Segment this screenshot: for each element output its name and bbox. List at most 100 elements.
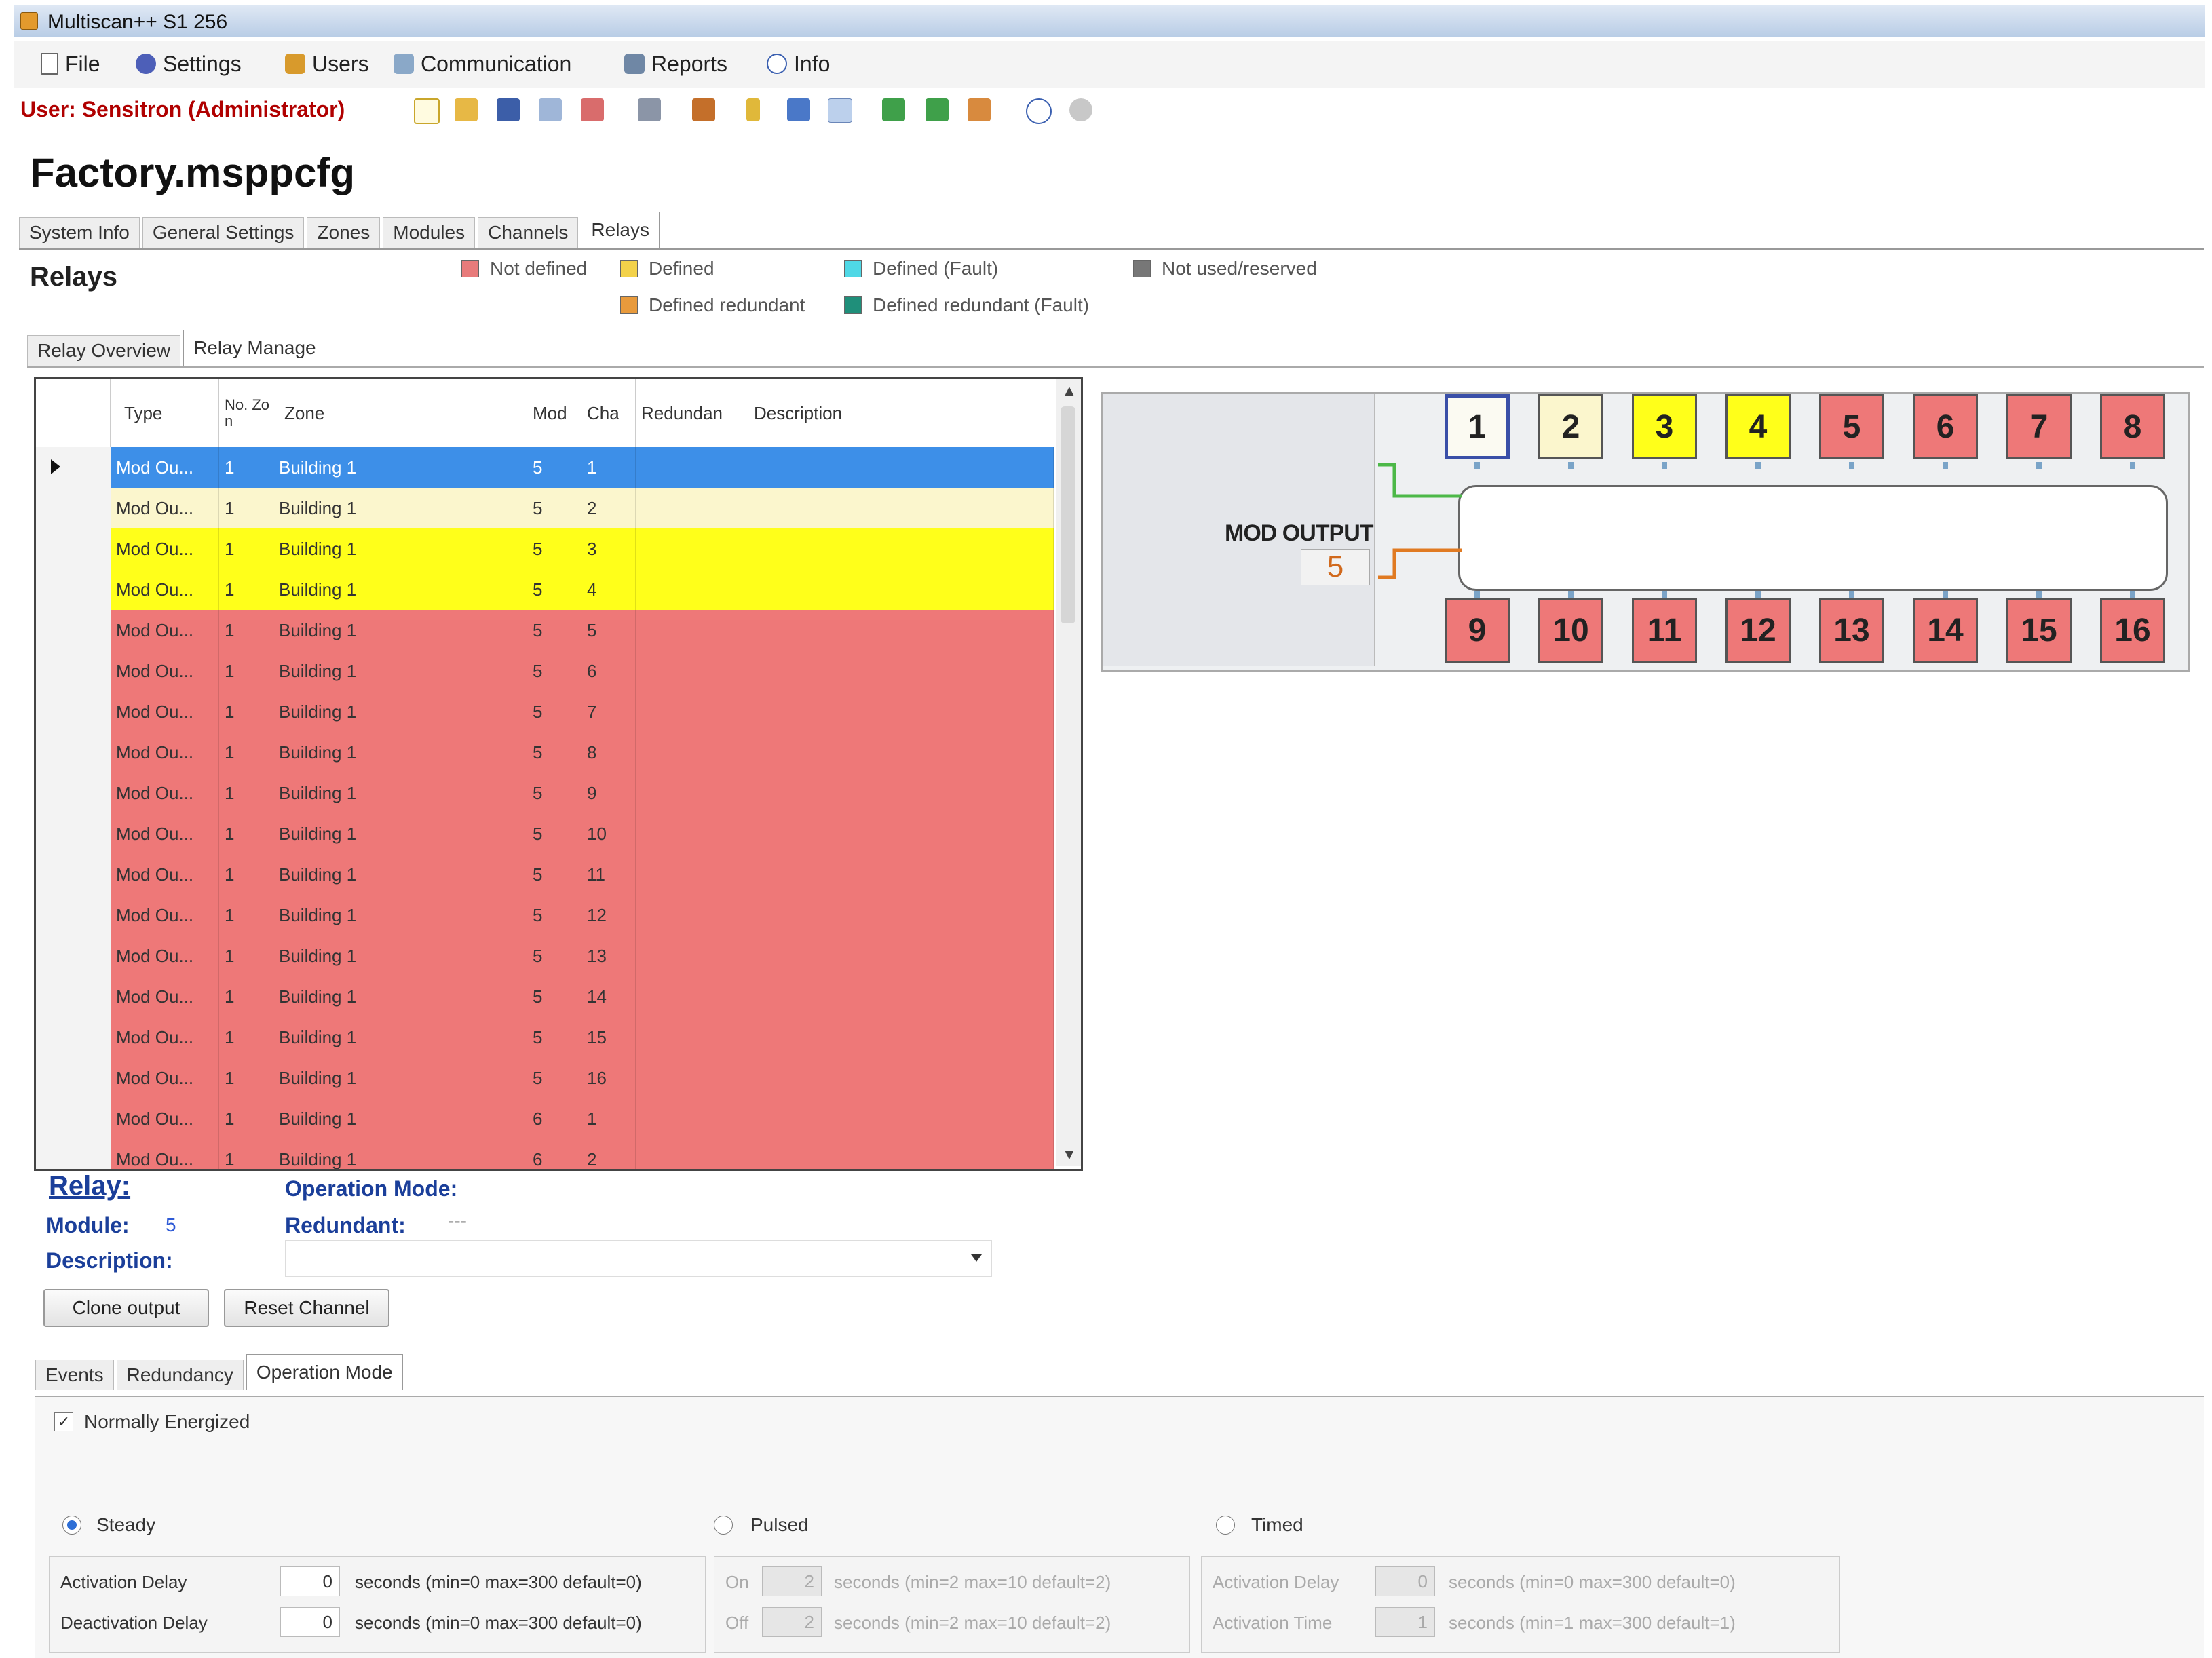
row-header[interactable] <box>36 528 111 570</box>
redundant-cell[interactable] <box>636 569 748 610</box>
type-cell[interactable]: Mod Ou... <box>111 854 219 895</box>
type-cell[interactable]: Mod Ou... <box>111 488 219 528</box>
scroll-thumb[interactable] <box>1061 406 1075 623</box>
mod-cell[interactable]: 5 <box>527 1058 581 1098</box>
type-cell[interactable]: Mod Ou... <box>111 1139 219 1169</box>
tab-channels[interactable]: Channels <box>478 217 579 248</box>
description-cell[interactable] <box>748 1139 1054 1169</box>
redundant-cell[interactable] <box>636 651 748 691</box>
relay-box-15[interactable]: 15 <box>2006 598 2072 663</box>
off-input[interactable]: 2 <box>762 1607 822 1637</box>
mod-cell[interactable]: 5 <box>527 651 581 691</box>
relay-box-1[interactable]: 1 <box>1445 394 1510 459</box>
tab-relay-overview[interactable]: Relay Overview <box>27 335 181 366</box>
description-cell[interactable] <box>748 1098 1054 1139</box>
clone-output-button[interactable]: Clone output <box>43 1289 209 1327</box>
menu-communication[interactable]: Communication <box>394 49 571 79</box>
table-row[interactable]: Mod Ou... 1 Building 158 <box>36 732 1054 773</box>
zone-cell[interactable]: Building 1 <box>273 691 527 732</box>
column-header-zone[interactable]: Zone <box>273 379 527 447</box>
zone-cell[interactable]: Building 1 <box>273 732 527 773</box>
description-cell[interactable] <box>748 447 1054 488</box>
about-icon[interactable] <box>1026 98 1052 124</box>
mod-cell[interactable]: 5 <box>527 488 581 528</box>
library-icon[interactable] <box>692 98 715 121</box>
type-cell[interactable]: Mod Ou... <box>111 569 219 610</box>
type-cell[interactable]: Mod Ou... <box>111 691 219 732</box>
tab-general-settings[interactable]: General Settings <box>142 217 305 248</box>
redundant-cell[interactable] <box>636 1139 748 1169</box>
tab-redundancy[interactable]: Redundancy <box>116 1360 244 1390</box>
tab-relays[interactable]: Relays <box>581 212 660 248</box>
tab-operation-mode[interactable]: Operation Mode <box>246 1354 403 1390</box>
deactivation-delay-input[interactable]: 0 <box>280 1607 340 1637</box>
zone-cell[interactable]: Building 1 <box>273 528 527 569</box>
timed-activation-delay-input[interactable]: 0 <box>1375 1566 1435 1596</box>
cha-cell[interactable]: 11 <box>581 854 636 895</box>
tab-modules[interactable]: Modules <box>383 217 476 248</box>
row-header[interactable] <box>36 813 111 855</box>
table-row[interactable]: Mod Ou... 1 Building 161 <box>36 1098 1054 1140</box>
mod-cell[interactable]: 6 <box>527 1139 581 1169</box>
relay-box-3[interactable]: 3 <box>1632 394 1697 459</box>
zone-cell[interactable]: Building 1 <box>273 488 527 528</box>
zone-cell[interactable]: Building 1 <box>273 1098 527 1139</box>
row-header[interactable] <box>36 1139 111 1169</box>
zone-cell[interactable]: Building 1 <box>273 651 527 691</box>
type-cell[interactable]: Mod Ou... <box>111 813 219 854</box>
mod-cell[interactable]: 5 <box>527 813 581 854</box>
cha-cell[interactable]: 16 <box>581 1058 636 1098</box>
type-cell[interactable]: Mod Ou... <box>111 1098 219 1139</box>
no-zones-cell[interactable]: 1 <box>219 651 273 691</box>
no-zones-cell[interactable]: 1 <box>219 773 273 813</box>
cha-cell[interactable]: 6 <box>581 651 636 691</box>
cha-cell[interactable]: 13 <box>581 936 636 976</box>
no-zones-cell[interactable]: 1 <box>219 447 273 488</box>
description-cell[interactable] <box>748 610 1054 651</box>
column-header-cha[interactable]: Cha <box>581 379 636 447</box>
type-cell[interactable]: Mod Ou... <box>111 976 219 1017</box>
table-row[interactable]: Mod Ou... 1 Building 1 5 13 <box>36 936 1054 977</box>
no-zones-cell[interactable]: 1 <box>219 732 273 773</box>
mod-cell[interactable]: 5 <box>527 895 581 936</box>
row-header[interactable] <box>36 773 111 814</box>
download-icon[interactable] <box>926 98 949 121</box>
relay-box-16[interactable]: 16 <box>2100 598 2165 663</box>
relay-box-6[interactable]: 6 <box>1913 394 1978 459</box>
no-zones-cell[interactable]: 1 <box>219 488 273 528</box>
zone-cell[interactable]: Building 1 <box>273 1017 527 1058</box>
reset-channel-button[interactable]: Reset Channel <box>224 1289 389 1327</box>
no-zones-cell[interactable]: 1 <box>219 976 273 1017</box>
description-cell[interactable] <box>748 813 1054 854</box>
type-cell[interactable]: Mod Ou... <box>111 895 219 936</box>
relay-box-10[interactable]: 10 <box>1538 598 1603 663</box>
type-cell[interactable]: Mod Ou... <box>111 651 219 691</box>
table-row[interactable]: Mod Ou... 1 Building 155 <box>36 610 1054 651</box>
no-zones-cell[interactable]: 1 <box>219 569 273 610</box>
cha-cell[interactable]: 9 <box>581 773 636 813</box>
description-cell[interactable] <box>748 651 1054 691</box>
description-cell[interactable] <box>748 854 1054 895</box>
column-header-type[interactable]: Type <box>111 379 219 447</box>
table-row[interactable]: Mod Ou... 1 Building 1 5 12 <box>36 895 1054 936</box>
type-cell[interactable]: Mod Ou... <box>111 732 219 773</box>
normally-energized-checkbox[interactable]: ✓ <box>54 1412 73 1431</box>
redundant-cell[interactable] <box>636 895 748 936</box>
redundant-cell[interactable] <box>636 813 748 854</box>
zone-cell[interactable]: Building 1 <box>273 569 527 610</box>
row-header[interactable] <box>36 651 111 692</box>
table-row[interactable]: Mod Ou... 1 Building 156 <box>36 651 1054 692</box>
cha-cell[interactable]: 8 <box>581 732 636 773</box>
table-row[interactable]: Mod Ou... 1 Building 157 <box>36 691 1054 733</box>
description-cell[interactable] <box>748 773 1054 813</box>
table-row[interactable]: Mod Ou... 1 Building 153 <box>36 528 1054 570</box>
menu-file[interactable]: File <box>41 49 100 79</box>
type-cell[interactable]: Mod Ou... <box>111 528 219 569</box>
redundant-cell[interactable] <box>636 691 748 732</box>
mod-cell[interactable]: 5 <box>527 936 581 976</box>
activation-delay-input[interactable]: 0 <box>280 1566 340 1596</box>
zone-cell[interactable]: Building 1 <box>273 1058 527 1098</box>
zone-cell[interactable]: Building 1 <box>273 976 527 1017</box>
row-header[interactable] <box>36 610 111 651</box>
redundant-cell[interactable] <box>636 528 748 569</box>
